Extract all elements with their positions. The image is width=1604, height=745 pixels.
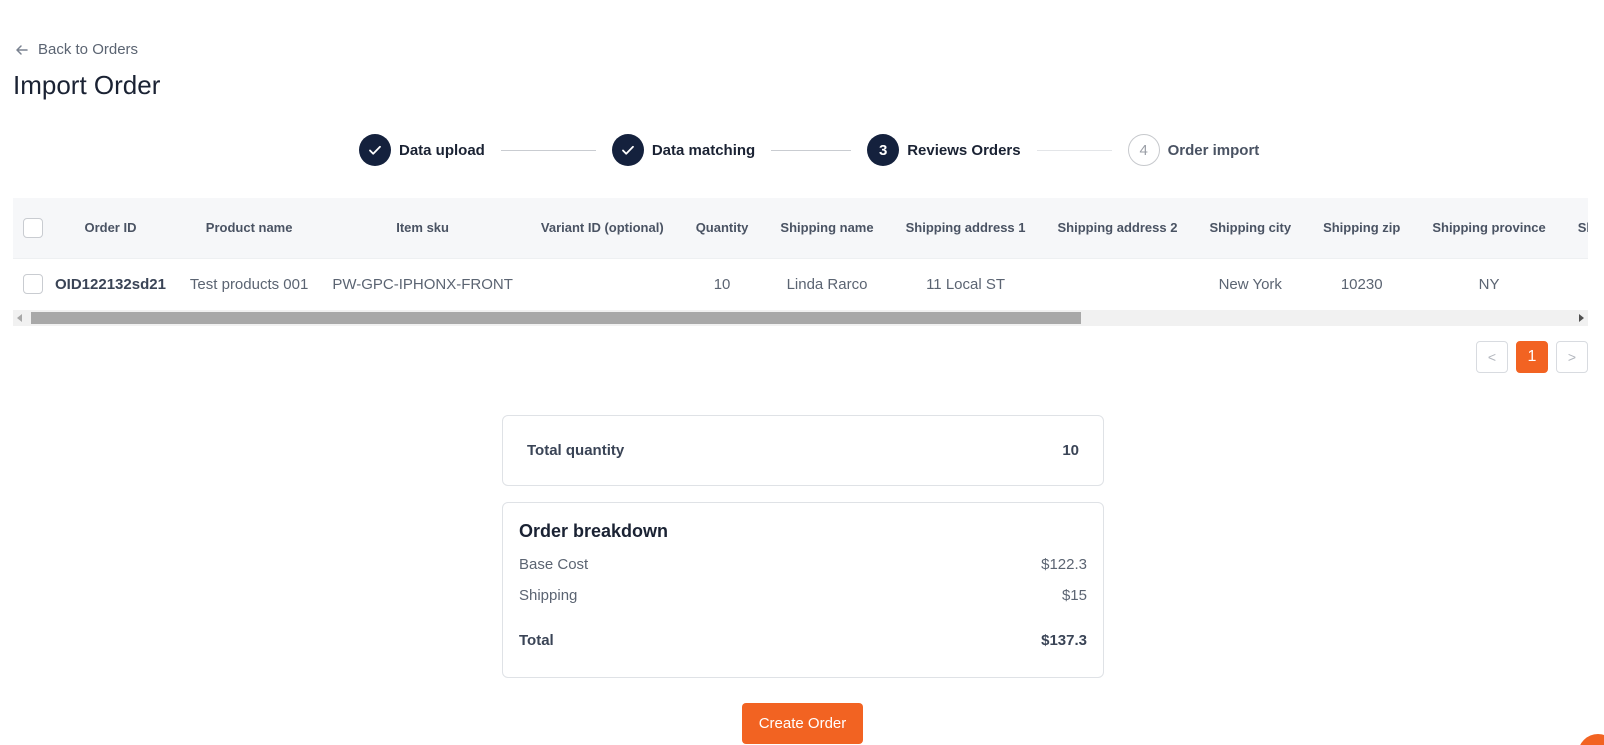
back-link-label: Back to Orders [38, 41, 139, 58]
col-header[interactable]: Product name [178, 198, 320, 258]
shipping-row: Shipping $15 [519, 587, 1087, 604]
checkmark-icon [621, 145, 634, 155]
order-id-cell: OID122132sd21 [43, 257, 178, 310]
total-value: $137.3 [1041, 632, 1087, 649]
step-data-upload: Data upload [359, 134, 485, 166]
step-label: Data upload [399, 141, 485, 159]
total-quantity-label: Total quantity [527, 442, 625, 459]
create-order-button[interactable]: Create Order [742, 703, 863, 744]
col-header[interactable]: Quantity [680, 198, 765, 258]
variant-id-cell [524, 257, 680, 310]
shipping-city-cell: New York [1193, 257, 1308, 310]
select-all-cell [13, 198, 43, 258]
table-row[interactable]: OID122132sd21 Test products 001 PW-GPC-I… [13, 257, 1588, 310]
col-header[interactable]: Order ID [43, 198, 178, 258]
chat-widget-button[interactable] [1578, 734, 1604, 745]
step-data-matching: Data matching [611, 134, 756, 166]
select-all-checkbox[interactable] [23, 217, 43, 238]
col-header[interactable]: Item sku [320, 198, 525, 258]
shipping-zip-cell: 10230 [1307, 257, 1417, 310]
order-breakdown-title: Order breakdown [519, 521, 669, 541]
row-checkbox[interactable] [23, 274, 43, 295]
item-sku-cell: PW-GPC-IPHONX-FRONT [320, 257, 525, 310]
horizontal-scrollbar[interactable] [13, 310, 1588, 326]
step-connector [1036, 149, 1112, 151]
shipping-label: Shipping [519, 587, 578, 604]
total-quantity-card: Total quantity 10 [502, 415, 1104, 486]
step-reviews-orders: 3 Reviews Orders [867, 134, 1021, 166]
base-cost-value: $122.3 [1041, 556, 1087, 573]
quantity-cell: 10 [679, 257, 765, 310]
row-select-cell [13, 257, 43, 310]
step-order-import: 4 Order import [1127, 134, 1260, 166]
col-header[interactable]: Shipping address 2 [1042, 198, 1194, 258]
step-connector [500, 149, 596, 151]
step-label: Order import [1167, 141, 1260, 159]
total-label: Total [519, 632, 554, 649]
col-header[interactable]: Shipping address 1 [890, 198, 1042, 258]
shipping-province-cell: NY [1416, 257, 1562, 310]
scrollbar-thumb[interactable] [31, 312, 1081, 324]
shipping-address2-cell [1041, 257, 1194, 310]
shipping-name-cell: Linda Rarco [764, 257, 890, 310]
orders-table-container: Order ID Product name Item sku Variant I… [13, 198, 1588, 326]
product-name-cell: Test products 001 [177, 257, 321, 310]
col-header[interactable]: Shipping name [764, 198, 889, 258]
table-header-row: Order ID Product name Item sku Variant I… [13, 198, 1588, 258]
page-1-button[interactable]: 1 [1516, 341, 1548, 373]
step-number-circle: 3 [867, 134, 900, 166]
col-header[interactable]: Shipping province [1416, 198, 1561, 258]
total-quantity-value: 10 [1062, 442, 1079, 459]
order-breakdown-card: Order breakdown Base Cost $122.3 Shippin… [502, 502, 1104, 678]
scroll-right-arrow-icon[interactable] [1579, 314, 1584, 322]
pagination: < 1 > [1476, 341, 1588, 373]
page-title: Import Order [13, 70, 161, 100]
total-row: Total $137.3 [519, 632, 1087, 649]
prev-page-button[interactable]: < [1476, 341, 1508, 373]
arrow-left-icon [16, 44, 28, 55]
step-done-circle [359, 134, 391, 166]
step-connector [771, 149, 852, 151]
step-number-circle: 4 [1127, 134, 1160, 166]
base-cost-label: Base Cost [519, 556, 589, 573]
shipping-value: $15 [1061, 587, 1087, 604]
col-header[interactable]: Shipping city [1193, 198, 1307, 258]
step-label: Data matching [651, 141, 756, 159]
shipping-country-cell: US [1561, 257, 1588, 310]
shipping-address1-cell: 11 Local ST [889, 257, 1042, 310]
scroll-left-arrow-icon[interactable] [17, 314, 22, 322]
next-page-button[interactable]: > [1556, 341, 1588, 373]
step-label: Reviews Orders [907, 141, 1021, 159]
col-header[interactable]: Shipping country [1562, 198, 1588, 258]
base-cost-row: Base Cost $122.3 [519, 556, 1087, 573]
col-header[interactable]: Shipping zip [1307, 198, 1416, 258]
col-header[interactable]: Variant ID (optional) [525, 198, 680, 258]
orders-table: Order ID Product name Item sku Variant I… [13, 198, 1588, 310]
checkmark-icon [369, 145, 381, 155]
import-stepper: Data upload Data matching 3 Reviews Orde… [359, 134, 1259, 166]
back-to-orders-link[interactable]: Back to Orders [14, 41, 138, 58]
step-done-circle [611, 134, 644, 166]
